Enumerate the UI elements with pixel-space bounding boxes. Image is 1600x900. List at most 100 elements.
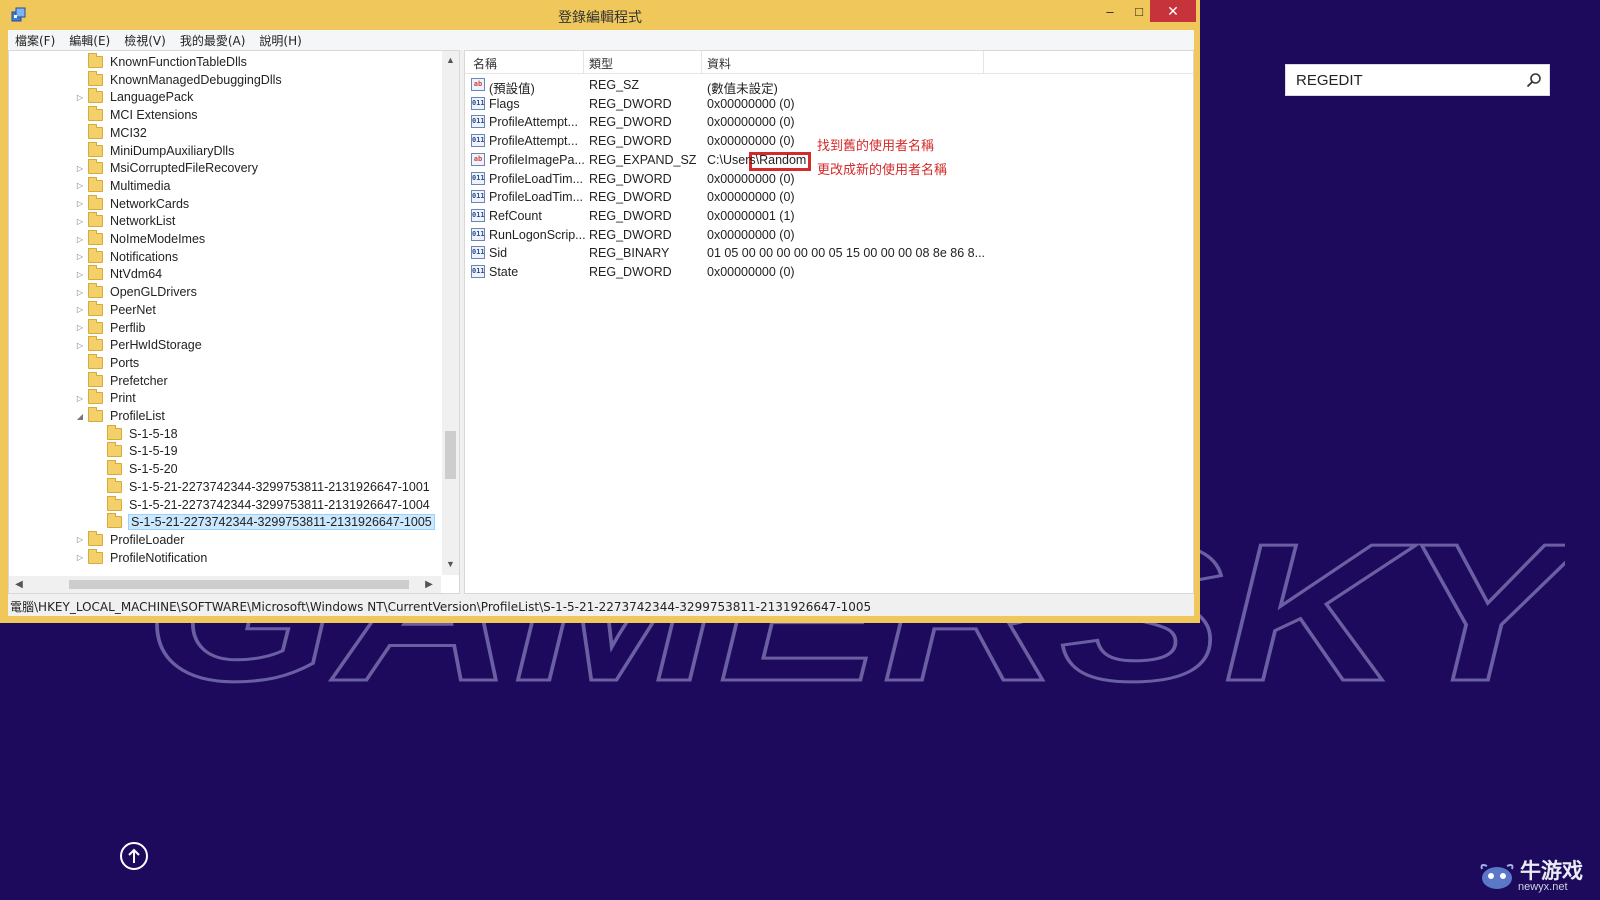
value-row[interactable]: ab (預設值) REG_SZ (數值未設定) <box>465 76 1193 96</box>
folder-icon <box>88 300 103 316</box>
value-name: ProfileImagePa... <box>489 152 585 167</box>
search-input[interactable] <box>1286 65 1519 95</box>
tree-item[interactable]: Prefetcher <box>75 371 168 390</box>
tree-item[interactable]: ▷ OpenGLDrivers <box>75 283 197 301</box>
value-row[interactable]: ab ProfileImagePa... REG_EXPAND_SZ C:\Users… <box>465 151 1193 169</box>
expand-arrow-icon[interactable]: ▷ <box>75 323 85 332</box>
value-row[interactable]: 011 ProfileLoadTim... REG_DWORD 0x00000000 … <box>465 170 1193 188</box>
menu-file[interactable]: 檔案(F) <box>8 32 62 49</box>
scroll-down-arrow-icon[interactable]: ▼ <box>442 559 459 569</box>
tree-item[interactable]: ▷ NetworkCards <box>75 194 189 213</box>
tree-item[interactable]: ▷ Print <box>75 389 136 407</box>
values-list[interactable]: 名稱 類型 資料 找到舊的使用者名稱 更改成新的使用者名稱 ab (預設值) REG… <box>464 50 1194 594</box>
tree-item[interactable]: ▷ PerHwIdStorage <box>75 336 202 354</box>
tree-horizontal-scrollbar[interactable]: ◀ ▶ <box>9 576 441 593</box>
column-header-data[interactable]: 資料 <box>707 55 731 72</box>
tree-item[interactable]: Ports <box>75 353 139 372</box>
string-value-icon: ab <box>471 152 485 166</box>
tree-item[interactable]: S-1-5-21-2273742344-3299753811-213192664… <box>94 495 430 514</box>
tree-item[interactable]: ◢ ProfileList <box>75 407 165 425</box>
scroll-right-arrow-icon[interactable]: ▶ <box>421 576 437 593</box>
tree-item[interactable]: ▷ MsiCorruptedFileRecovery <box>75 159 258 177</box>
tree-item[interactable]: ▷ PeerNet <box>75 300 156 319</box>
tree-item[interactable]: ▷ NtVdm64 <box>75 265 162 283</box>
binary-value-icon: 011 <box>471 96 485 110</box>
registry-path: 電腦\HKEY_LOCAL_MACHINE\SOFTWARE\Microsoft… <box>10 599 872 614</box>
expand-arrow-icon[interactable]: ▷ <box>75 394 85 403</box>
value-row[interactable]: 011 RunLogonScrip... REG_DWORD 0x00000000 (… <box>465 226 1193 244</box>
tree-item[interactable]: MiniDumpAuxiliaryDlls <box>75 141 234 160</box>
expand-arrow-icon[interactable]: ▷ <box>75 270 85 279</box>
tree-item-label: PerHwIdStorage <box>110 338 202 353</box>
value-data: 0x00000000 (0) <box>707 96 795 111</box>
expand-arrow-icon[interactable]: ▷ <box>75 181 85 190</box>
tree-item[interactable]: ▷ Notifications <box>75 247 178 266</box>
tree-item[interactable]: S-1-5-18 <box>94 424 178 443</box>
tree-item[interactable]: KnownManagedDebuggingDlls <box>75 70 282 89</box>
minimize-button[interactable]: – <box>1095 0 1125 22</box>
tree-item[interactable]: ▷ NetworkList <box>75 212 175 230</box>
value-row[interactable]: 011 Sid REG_BINARY 01 05 00 00 00 00 00 05 … <box>465 244 1193 262</box>
scroll-up-arrow-icon[interactable]: ▲ <box>442 55 459 65</box>
search-icon[interactable] <box>1519 65 1549 95</box>
search-box[interactable] <box>1285 64 1550 96</box>
value-row[interactable]: 011 ProfileAttempt... REG_DWORD 0x00000000 … <box>465 113 1193 131</box>
menu-edit[interactable]: 編輯(E) <box>62 32 117 49</box>
expand-arrow-icon[interactable]: ▷ <box>75 164 85 173</box>
value-row[interactable]: 011 Flags REG_DWORD 0x00000000 (0) <box>465 95 1193 113</box>
expand-arrow-icon[interactable]: ▷ <box>75 93 85 102</box>
expand-arrow-icon[interactable]: ▷ <box>75 341 85 350</box>
expand-arrow-icon[interactable]: ▷ <box>75 288 85 297</box>
value-row[interactable]: 011 ProfileAttempt... REG_DWORD 0x00000000 … <box>465 132 1193 150</box>
expand-arrow-icon[interactable]: ▷ <box>75 252 85 261</box>
value-type: REG_DWORD <box>589 208 672 223</box>
tree-item[interactable]: MCI32 <box>75 123 147 142</box>
expand-arrow-icon[interactable]: ▷ <box>75 535 85 544</box>
tree-item[interactable]: ▷ LanguagePack <box>75 88 193 106</box>
value-row[interactable]: 011 ProfileLoadTim... REG_DWORD 0x00000000 … <box>465 188 1193 206</box>
value-name: RefCount <box>489 208 542 223</box>
tree-item-label: OpenGLDrivers <box>110 285 197 300</box>
apps-view-button[interactable] <box>120 842 148 870</box>
tree-item[interactable]: KnownFunctionTableDlls <box>75 53 247 71</box>
value-data: 0x00000000 (0) <box>707 115 795 130</box>
column-header-type[interactable]: 類型 <box>589 55 613 72</box>
expand-arrow-icon[interactable]: ▷ <box>75 235 85 244</box>
menu-view[interactable]: 檢視(V) <box>117 32 173 49</box>
tree-item-label: MCI Extensions <box>110 108 198 123</box>
tree-item[interactable]: ▷ ProfileNotification <box>75 548 207 567</box>
tree-item[interactable]: ▷ Perflib <box>75 318 145 337</box>
scroll-left-arrow-icon[interactable]: ◀ <box>11 576 27 593</box>
folder-icon <box>88 283 103 299</box>
value-row[interactable]: 011 State REG_DWORD 0x00000000 (0) <box>465 263 1193 281</box>
tree-item-label: Multimedia <box>110 178 171 193</box>
tree-item[interactable]: ▷ Multimedia <box>75 176 171 195</box>
title-bar[interactable]: 登錄編輯程式 – □ ✕ <box>0 0 1200 30</box>
tree-item[interactable]: ▷ ProfileLoader <box>75 530 184 549</box>
tree-hscroll-thumb[interactable] <box>69 580 409 589</box>
close-button[interactable]: ✕ <box>1150 0 1196 22</box>
tree-item[interactable]: S-1-5-21-2273742344-3299753811-213192664… <box>94 477 430 496</box>
expand-arrow-icon[interactable]: ▷ <box>75 199 85 208</box>
menu-favorites[interactable]: 我的最愛(A) <box>173 32 253 49</box>
tree-item-label: Print <box>110 391 136 406</box>
expand-arrow-icon[interactable]: ▷ <box>75 553 85 562</box>
expand-arrow-icon[interactable]: ◢ <box>75 412 85 421</box>
tree-item[interactable]: S-1-5-19 <box>94 442 178 460</box>
expand-arrow-icon[interactable]: ▷ <box>75 217 85 226</box>
tree-item-label: NtVdm64 <box>110 267 163 282</box>
tree-item[interactable]: S-1-5-20 <box>94 460 178 478</box>
tree-item-label: S-1-5-19 <box>129 444 178 459</box>
tree-vertical-scrollbar[interactable]: ▲ ▼ <box>442 51 459 575</box>
column-header-name[interactable]: 名稱 <box>473 55 497 72</box>
tree-item-label: Prefetcher <box>110 373 168 388</box>
tree-item-label: KnownFunctionTableDlls <box>110 55 247 69</box>
tree-scroll-thumb[interactable] <box>445 431 456 479</box>
tree-item-selected[interactable]: S-1-5-21-2273742344-3299753811-213192664… <box>94 513 435 531</box>
registry-tree[interactable]: ▲ ▼ ◀ ▶ KnownFunctionTableDlls KnownManag… <box>8 50 460 594</box>
tree-item[interactable]: MCI Extensions <box>75 106 198 124</box>
tree-item[interactable]: ▷ NoImeModeImes <box>75 230 205 248</box>
menu-help[interactable]: 說明(H) <box>252 32 308 49</box>
value-row[interactable]: 011 RefCount REG_DWORD 0x00000001 (1) <box>465 207 1193 225</box>
expand-arrow-icon[interactable]: ▷ <box>75 305 85 314</box>
